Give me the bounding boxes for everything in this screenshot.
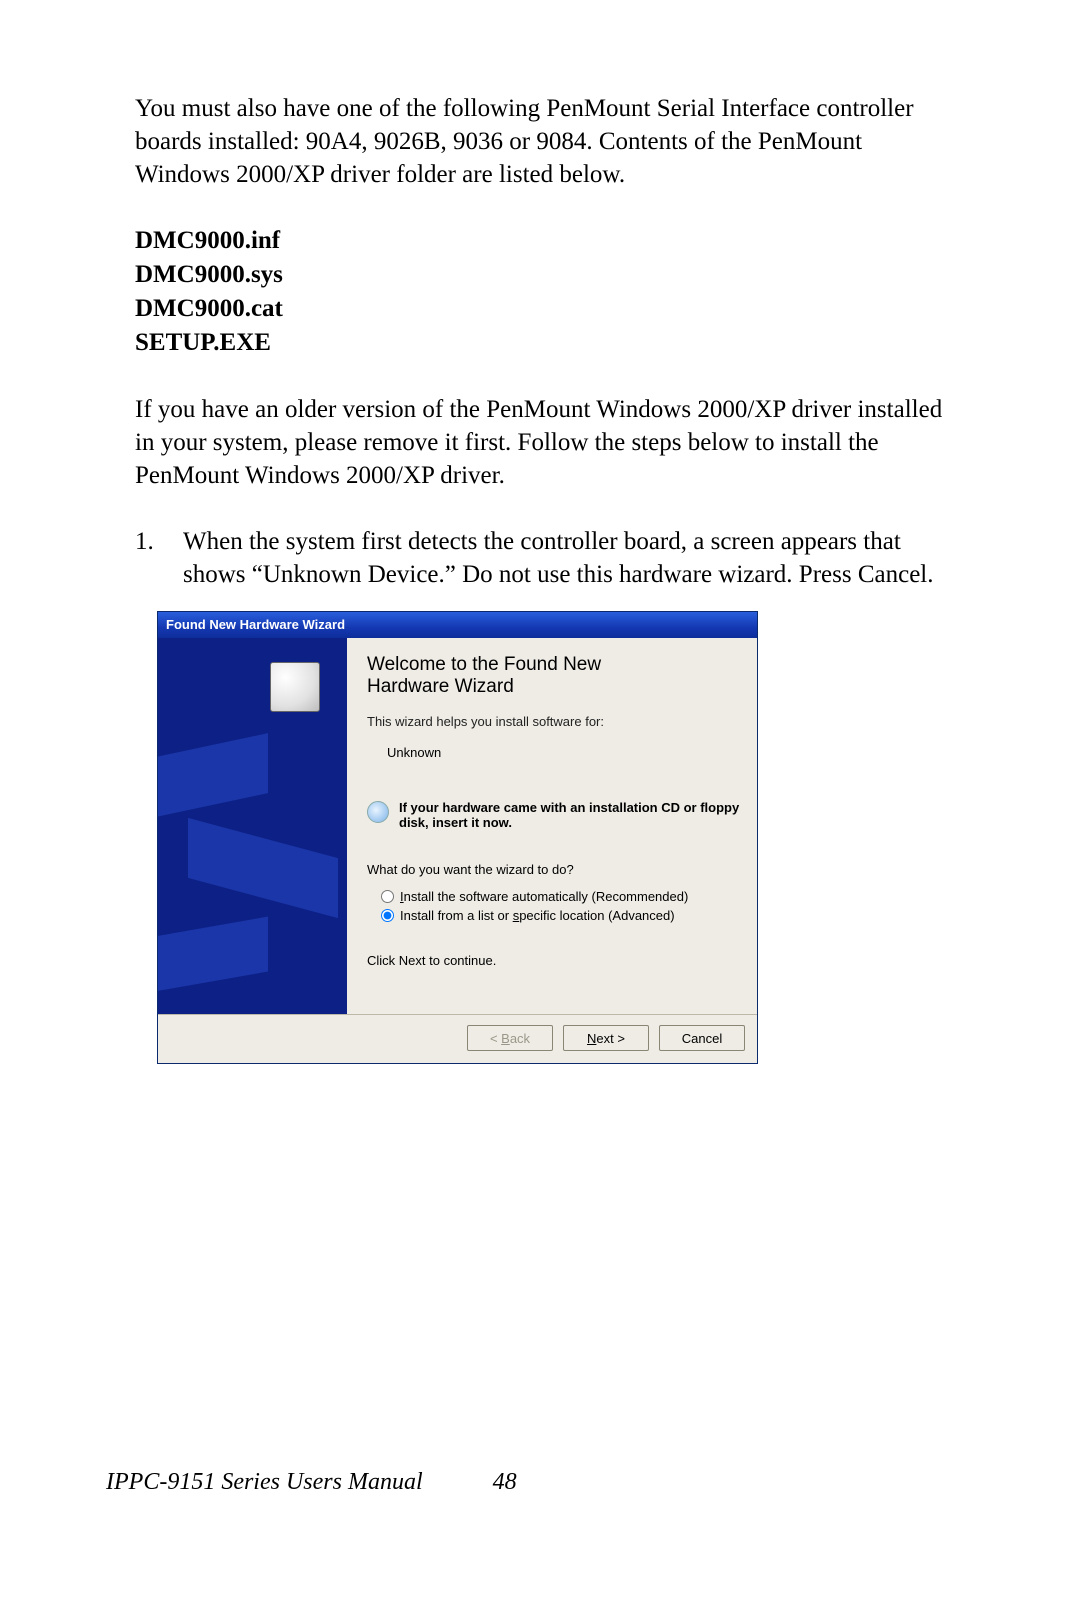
wizard-question: What do you want the wizard to do? <box>367 862 743 877</box>
file-item: DMC9000.sys <box>135 259 950 291</box>
cd-icon <box>367 801 389 823</box>
wizard-footer: < Back Next > Cancel <box>158 1014 757 1063</box>
file-item: DMC9000.inf <box>135 225 950 257</box>
cd-hint-text: If your hardware came with an installati… <box>399 800 743 830</box>
step-text: When the system first detects the contro… <box>183 526 950 591</box>
radio-input[interactable] <box>381 909 394 922</box>
intro-paragraph: You must also have one of the following … <box>135 92 950 191</box>
radio-input[interactable] <box>381 890 394 903</box>
radio-label: Install the software automatically (Reco… <box>400 889 688 904</box>
found-new-hardware-wizard: Found New Hardware Wizard Welcome to the… <box>157 611 758 1064</box>
click-next-text: Click Next to continue. <box>367 953 743 968</box>
radio-install-automatically[interactable]: Install the software automatically (Reco… <box>381 889 743 904</box>
page-footer: IPPC-9151 Series Users Manual 48 <box>106 1469 517 1496</box>
wizard-heading-line1: Welcome to the Found New <box>367 654 743 676</box>
file-list: DMC9000.inf DMC9000.sys DMC9000.cat SETU… <box>135 225 950 359</box>
box-icon <box>270 662 320 712</box>
wizard-body: Welcome to the Found New Hardware Wizard… <box>158 638 757 1014</box>
wizard-help-text: This wizard helps you install software f… <box>367 714 743 729</box>
manual-title: IPPC-9151 Series Users Manual <box>106 1469 423 1496</box>
file-item: DMC9000.cat <box>135 293 950 325</box>
radio-label: Install from a list or specific location… <box>400 908 675 923</box>
wizard-content: Welcome to the Found New Hardware Wizard… <box>347 638 757 1014</box>
cd-hint-row: If your hardware came with an installati… <box>367 800 743 830</box>
page-number: 48 <box>493 1469 517 1496</box>
next-button[interactable]: Next > <box>563 1025 649 1051</box>
file-item: SETUP.EXE <box>135 327 950 359</box>
cancel-button[interactable]: Cancel <box>659 1025 745 1051</box>
screenshot-wrap: Found New Hardware Wizard Welcome to the… <box>157 611 950 1064</box>
wizard-titlebar: Found New Hardware Wizard <box>158 612 757 638</box>
wizard-side-art <box>158 638 347 1014</box>
back-button: < Back <box>467 1025 553 1051</box>
device-name: Unknown <box>387 745 743 760</box>
wizard-heading-line2: Hardware Wizard <box>367 676 743 698</box>
radio-install-from-list[interactable]: Install from a list or specific location… <box>381 908 743 923</box>
step-number: 1. <box>135 526 183 591</box>
document-page: You must also have one of the following … <box>0 0 1080 1064</box>
instruction-paragraph: If you have an older version of the PenM… <box>135 393 950 492</box>
step-1: 1. When the system first detects the con… <box>135 526 950 591</box>
